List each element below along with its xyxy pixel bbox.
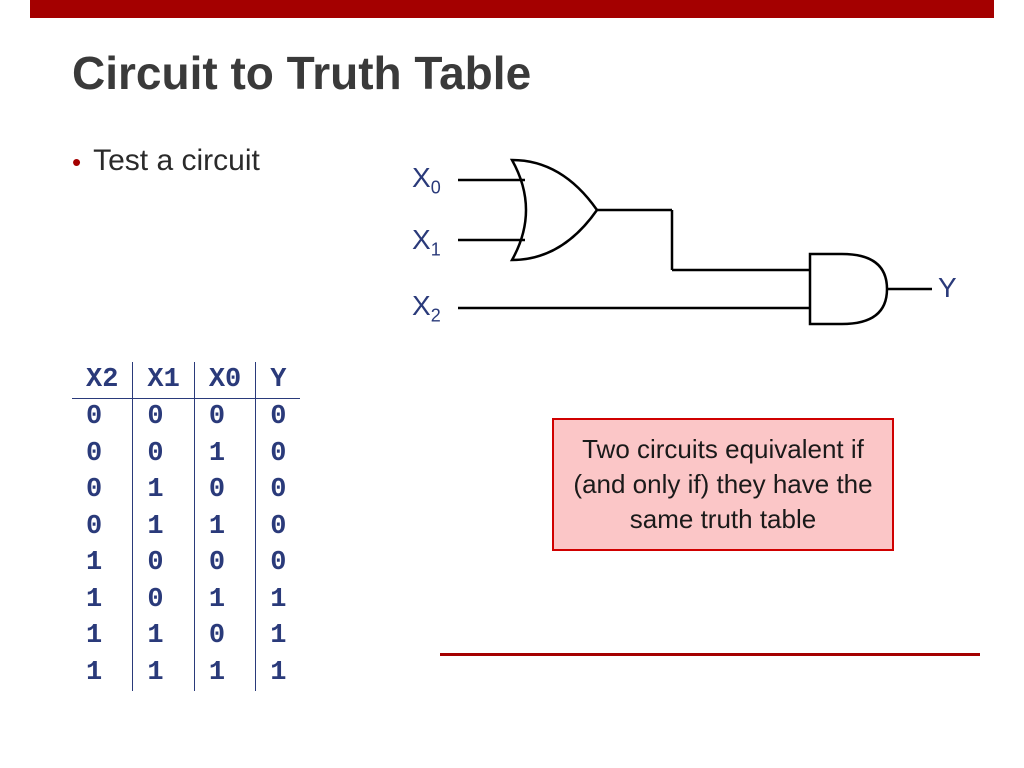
input-x1-label: X1	[412, 224, 441, 261]
cell: 0	[194, 545, 255, 581]
cell: 0	[194, 399, 255, 436]
cell: 1	[133, 472, 194, 508]
cell: 0	[72, 399, 133, 436]
circuit-svg	[412, 158, 972, 358]
cell: 0	[256, 436, 301, 472]
cell: 1	[194, 509, 255, 545]
table-row: 0010	[72, 436, 300, 472]
cell: 1	[194, 436, 255, 472]
col-header: X1	[133, 362, 194, 399]
cell: 1	[256, 582, 301, 618]
cell: 1	[133, 509, 194, 545]
cell: 1	[72, 618, 133, 654]
table-row: 1101	[72, 618, 300, 654]
table-header-row: X2 X1 X0 Y	[72, 362, 300, 399]
cell: 1	[133, 618, 194, 654]
cell: 0	[256, 509, 301, 545]
cell: 1	[256, 618, 301, 654]
circuit-diagram: X0 X1 X2 Y	[412, 158, 972, 358]
bullet-text: Test a circuit	[93, 144, 260, 177]
cell: 1	[194, 582, 255, 618]
cell: 0	[72, 509, 133, 545]
table-row: 1011	[72, 582, 300, 618]
cell: 0	[133, 436, 194, 472]
header-bar	[30, 0, 994, 18]
cell: 1	[72, 655, 133, 691]
page-title: Circuit to Truth Table	[72, 46, 1024, 100]
cell: 1	[133, 655, 194, 691]
cell: 0	[256, 399, 301, 436]
truth-table: X2 X1 X0 Y 00000010010001101000101111011…	[72, 362, 300, 691]
cell: 0	[133, 582, 194, 618]
cell: 1	[72, 582, 133, 618]
bullet-dot-icon: •	[72, 147, 81, 177]
table-row: 0000	[72, 399, 300, 436]
col-header: X2	[72, 362, 133, 399]
cell: 1	[194, 655, 255, 691]
cell: 0	[256, 472, 301, 508]
cell: 0	[256, 545, 301, 581]
cell: 1	[256, 655, 301, 691]
table-row: 0110	[72, 509, 300, 545]
cell: 0	[194, 618, 255, 654]
table-row: 1111	[72, 655, 300, 691]
cell: 0	[194, 472, 255, 508]
cell: 0	[133, 399, 194, 436]
cell: 1	[72, 545, 133, 581]
output-y-label: Y	[938, 272, 957, 304]
col-header: X0	[194, 362, 255, 399]
input-x2-label: X2	[412, 290, 441, 327]
footer-rule	[440, 653, 980, 656]
col-header: Y	[256, 362, 301, 399]
cell: 0	[72, 436, 133, 472]
table-row: 1000	[72, 545, 300, 581]
cell: 0	[133, 545, 194, 581]
table-row: 0100	[72, 472, 300, 508]
input-x0-label: X0	[412, 162, 441, 199]
callout-box: Two circuits equivalent if (and only if)…	[552, 418, 894, 551]
cell: 0	[72, 472, 133, 508]
